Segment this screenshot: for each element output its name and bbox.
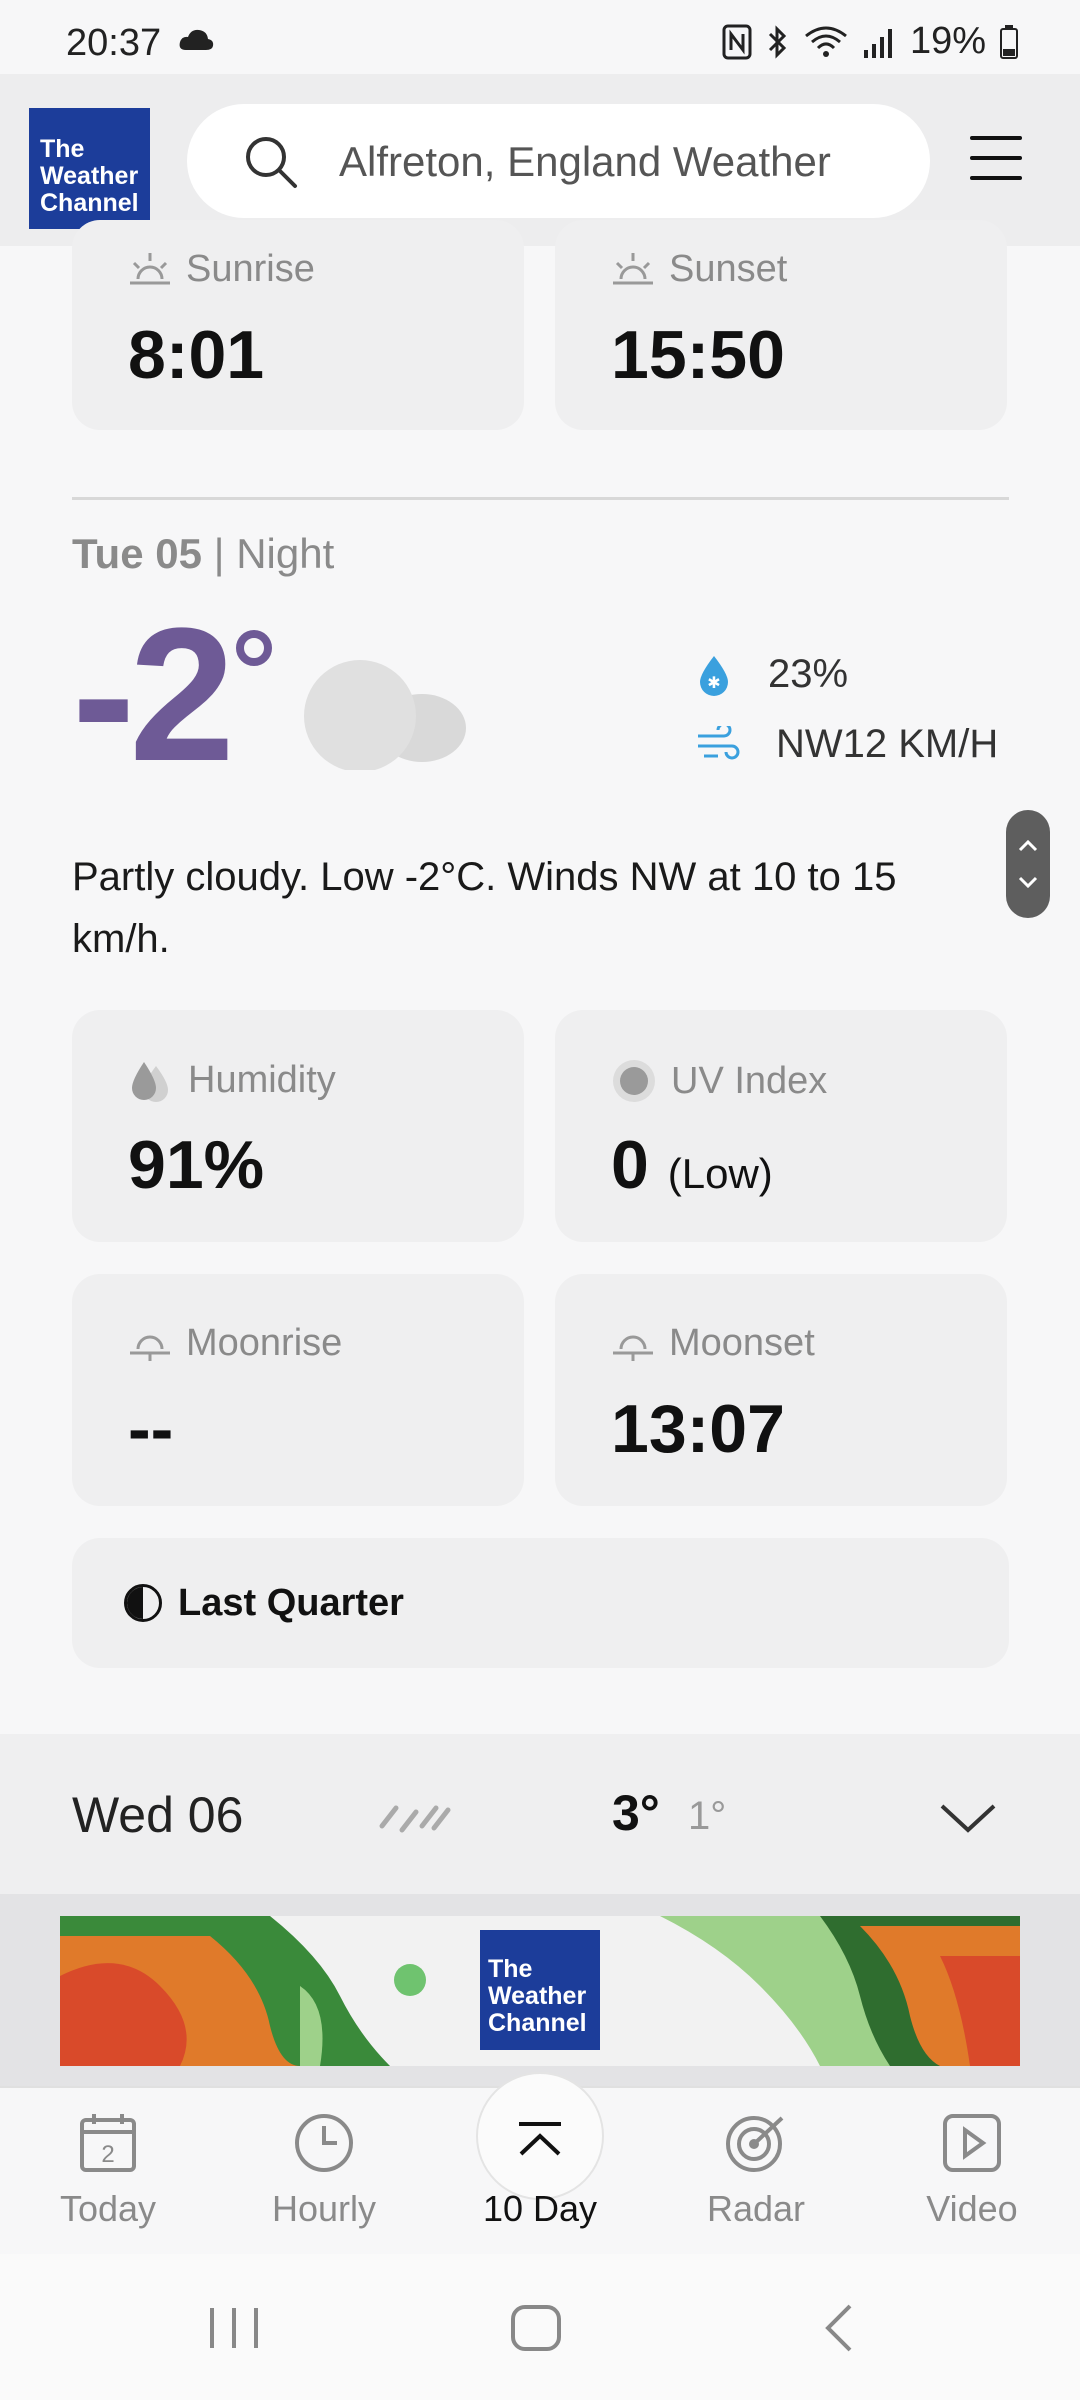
tab-hourly[interactable]: Hourly <box>244 2112 404 2230</box>
moonrise-value: -- <box>128 1391 174 1467</box>
scroll-arrows-icon <box>1018 839 1038 889</box>
next-day-row[interactable]: Wed 06 3° 1° <box>0 1734 1080 1894</box>
ad-banner[interactable]: The Weather Channel <box>60 1916 1020 2066</box>
rain-icon <box>379 1805 451 1833</box>
night-temperature: -2 <box>72 589 235 801</box>
moonset-label: Moonset <box>669 1322 815 1364</box>
bluetooth-icon <box>768 24 787 59</box>
radar-icon <box>726 2116 784 2172</box>
sunrise-value: 8:01 <box>128 317 265 393</box>
system-nav-bar <box>0 2254 1080 2400</box>
clock-icon <box>295 2114 353 2172</box>
moonrise-card: Moonrise -- <box>72 1274 524 1506</box>
home-icon[interactable] <box>508 2302 564 2354</box>
svg-text:2: 2 <box>101 2141 114 2168</box>
chevron-down-icon[interactable] <box>938 1800 998 1836</box>
tab-today[interactable]: 2 Today <box>28 2112 188 2230</box>
hamburger-menu-icon[interactable] <box>970 136 1022 182</box>
battery-icon <box>1000 24 1018 59</box>
uv-label: UV Index <box>671 1059 828 1102</box>
divider <box>72 497 1009 500</box>
next-day-low: 1° <box>688 1794 727 1838</box>
sunrise-icon <box>130 252 170 284</box>
ad-banner-area: The Weather Channel <box>0 1894 1080 2086</box>
back-icon[interactable] <box>818 2302 858 2354</box>
sunset-icon <box>613 252 653 284</box>
tab-hourly-label: Hourly <box>271 2188 377 2229</box>
moonset-value: 13:07 <box>611 1391 785 1467</box>
chevron-up-icon <box>519 2122 561 2156</box>
next-day-label: Wed 06 <box>72 1787 244 1843</box>
sunset-card: Sunset 15:50 <box>555 220 1007 430</box>
recent-apps-icon[interactable] <box>204 2302 264 2354</box>
video-icon <box>943 2114 1001 2172</box>
sunrise-label: Sunrise <box>186 248 315 290</box>
sunrise-card: Sunrise 8:01 <box>72 220 524 430</box>
tab-radar[interactable]: Radar <box>676 2112 836 2230</box>
tab-today-label: Today <box>59 2188 157 2229</box>
uv-index-icon <box>613 1060 655 1102</box>
humidity-icon <box>132 1062 168 1102</box>
moon-phase-label: Last Quarter <box>178 1582 404 1624</box>
sunset-label: Sunset <box>669 248 788 290</box>
signal-icon <box>863 28 892 58</box>
battery-percent: 19% <box>909 20 986 62</box>
status-bar: 20:37 19% <box>0 0 1080 74</box>
ad-weather-channel-logo: The Weather Channel <box>480 1930 600 2050</box>
degree-symbol <box>236 630 272 666</box>
night-period: Night <box>236 530 335 577</box>
status-time: 20:37 <box>66 22 162 64</box>
humidity-label: Humidity <box>188 1058 336 1101</box>
night-description: Partly cloudy. Low -2°C. Winds NW at 10 … <box>72 855 897 961</box>
tab-video-label: Video <box>926 2188 1018 2229</box>
precip-value: 23% <box>768 652 849 696</box>
calendar-icon: 2 <box>80 2114 136 2172</box>
humidity-value: 91% <box>128 1127 265 1203</box>
wind-value: NW12 KM/H <box>776 722 999 766</box>
tab-10-day[interactable]: 10 Day <box>460 2112 620 2230</box>
tab-10-day-label: 10 Day <box>482 2188 598 2229</box>
search-bar[interactable]: Alfreton, England Weather <box>187 104 930 218</box>
moonset-card: Moonset 13:07 <box>555 1274 1007 1506</box>
tab-radar-label: Radar <box>706 2188 806 2229</box>
search-icon <box>246 137 297 188</box>
uv-card: UV Index 0 (Low) <box>555 1010 1007 1242</box>
tab-video[interactable]: Video <box>892 2112 1052 2230</box>
moonset-icon <box>613 1335 653 1361</box>
weather-channel-logo[interactable]: The Weather Channel <box>29 108 150 229</box>
search-input[interactable]: Alfreton, England Weather <box>339 138 831 186</box>
sunset-value: 15:50 <box>611 317 785 393</box>
status-icons: 19% <box>722 20 1018 63</box>
cloud-status-icon <box>179 29 214 50</box>
night-day: Tue 05 <box>72 530 202 577</box>
moon-phase-card: Last Quarter <box>72 1538 1009 1668</box>
bottom-tab-bar: 2 Today Hourly 10 Day Radar Video <box>0 2072 1080 2254</box>
wifi-icon <box>805 26 847 57</box>
wind-row: NW12 KM/H <box>696 722 998 767</box>
moonrise-icon <box>130 1335 170 1361</box>
moonrise-label: Moonrise <box>186 1322 343 1364</box>
uv-desc: (Low) <box>667 1150 773 1197</box>
wind-icon <box>698 725 740 759</box>
uv-value: 0 <box>611 1127 649 1203</box>
snow-drop-icon: ✱ <box>700 655 728 696</box>
moon-phase-icon <box>124 1584 162 1622</box>
nfc-icon <box>722 24 752 59</box>
night-title: Tue 05 | Night <box>72 530 335 577</box>
svg-text:✱: ✱ <box>707 675 720 692</box>
partly-cloudy-night-icon <box>304 638 466 770</box>
next-day-high: 3° <box>612 1785 660 1841</box>
scroll-handle[interactable] <box>1006 810 1050 918</box>
precip-row: ✱ 23% <box>696 652 848 697</box>
humidity-card: Humidity 91% <box>72 1010 524 1242</box>
